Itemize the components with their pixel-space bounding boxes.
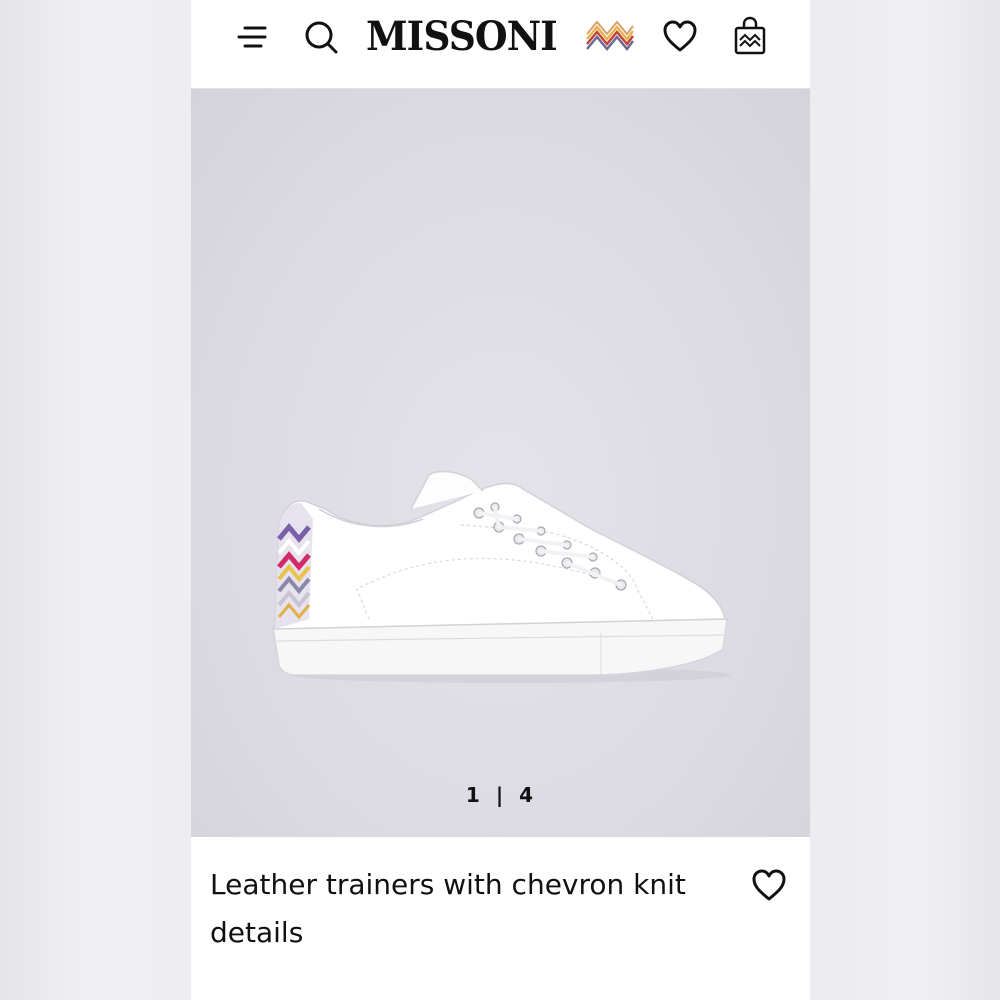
pagination-separator: |	[495, 783, 506, 807]
search-icon[interactable]	[303, 19, 339, 55]
chevron-logo-icon	[586, 20, 634, 52]
backdrop-right	[810, 0, 1000, 1000]
heart-icon[interactable]	[662, 20, 698, 54]
product-image-gallery[interactable]: 1 | 4	[191, 89, 810, 837]
pagination-total: 4	[519, 783, 536, 807]
brand-logo[interactable]: MISSONI	[366, 10, 558, 60]
product-image-sneaker[interactable]	[261, 469, 741, 689]
menu-icon[interactable]	[235, 22, 269, 52]
image-pagination: 1 | 4	[191, 783, 810, 807]
product-info: Leather trainers with chevron knit detai…	[191, 837, 810, 1000]
product-title: Leather trainers with chevron knit detai…	[210, 868, 686, 949]
add-to-wishlist-heart-icon[interactable]	[751, 869, 787, 903]
backdrop-left	[0, 0, 191, 1000]
site-header: MISSONI	[191, 0, 810, 89]
pagination-current: 1	[465, 783, 482, 807]
shopping-bag-icon[interactable]	[732, 16, 768, 56]
product-page: MISSONI 1 | 4 Leather trainers with chev…	[191, 0, 810, 1000]
